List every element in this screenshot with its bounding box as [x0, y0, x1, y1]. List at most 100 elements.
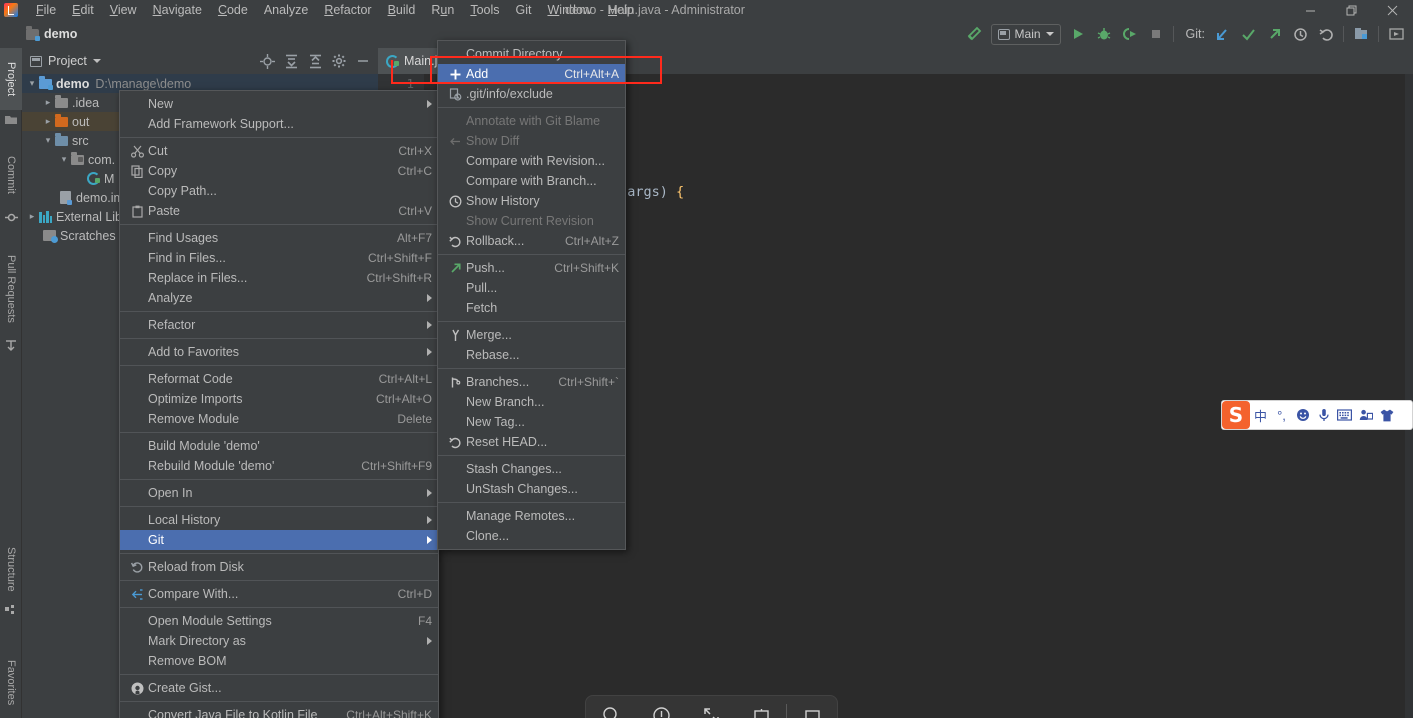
git-push-icon[interactable] [1261, 21, 1287, 47]
menu-item-view[interactable]: View [102, 1, 145, 19]
context-menu-item-remove-module[interactable]: Remove Module Delete [120, 409, 438, 429]
collapse-all-icon[interactable] [304, 50, 326, 72]
context-menu-item-analyze[interactable]: Analyze [120, 288, 438, 308]
sogou-ime-toolbar[interactable]: S 中 °, [1221, 400, 1413, 430]
fullscreen-icon[interactable] [686, 695, 736, 718]
project-context-menu[interactable]: New Add Framework Support... Cut Ctrl+X … [119, 90, 439, 718]
sogou-logo-icon[interactable]: S [1222, 401, 1250, 429]
context-menu-item-mark-directory-as[interactable]: Mark Directory as [120, 631, 438, 651]
sidebar-item-pull-requests[interactable]: Pull Requests [0, 244, 22, 334]
git-menu-item-commit-directory[interactable]: Commit Directory... [438, 44, 625, 64]
context-menu-item-add-framework-support[interactable]: Add Framework Support... [120, 114, 438, 134]
menu-item-build[interactable]: Build [380, 1, 424, 19]
context-menu-item-add-to-favorites[interactable]: Add to Favorites [120, 342, 438, 362]
context-menu-item-refactor[interactable]: Refactor [120, 315, 438, 335]
search-everywhere-icon[interactable] [1383, 21, 1409, 47]
git-menu-item-rollback[interactable]: Rollback... Ctrl+Alt+Z [438, 231, 625, 251]
git-menu-item-clone[interactable]: Clone... [438, 526, 625, 546]
sidebar-item-project[interactable]: Project [0, 48, 22, 110]
sidebar-item-favorites[interactable]: Favorites [0, 648, 22, 718]
chevron-right-icon[interactable]: ▸ [42, 97, 54, 108]
git-menu-item-rebase[interactable]: Rebase... [438, 345, 625, 365]
git-commit-check-icon[interactable] [1235, 21, 1261, 47]
context-menu-item-compare-with[interactable]: Compare With... Ctrl+D [120, 584, 438, 604]
close-button[interactable] [1372, 0, 1413, 20]
context-menu-item-remove-bom[interactable]: Remove BOM [120, 651, 438, 671]
git-menu-item-merge[interactable]: Merge... [438, 325, 625, 345]
sidebar-item-commit[interactable]: Commit [0, 144, 22, 206]
punctuation-icon[interactable]: °, [1271, 401, 1292, 429]
git-menu-item-show-history[interactable]: Show History [438, 191, 625, 211]
menu-item-tools[interactable]: Tools [462, 1, 507, 19]
context-menu-item-find-in-files[interactable]: Find in Files... Ctrl+Shift+F [120, 248, 438, 268]
chevron-right-icon[interactable]: ▸ [26, 211, 38, 222]
editor-tab-main-java[interactable]: Main.j [378, 48, 446, 74]
git-submenu[interactable]: Commit Directory... Add Ctrl+Alt+A .git/… [437, 40, 626, 550]
context-menu-item-git[interactable]: Git [120, 530, 438, 550]
context-menu-item-cut[interactable]: Cut Ctrl+X [120, 141, 438, 161]
window-icon[interactable] [787, 695, 837, 718]
snapshot-icon[interactable] [736, 695, 786, 718]
chevron-down-icon[interactable] [92, 59, 101, 63]
git-menu-item-push[interactable]: Push... Ctrl+Shift+K [438, 258, 625, 278]
voice-input-icon[interactable] [1313, 401, 1334, 429]
run-configuration-selector[interactable]: Main [990, 23, 1061, 45]
context-menu-item-open-in[interactable]: Open In [120, 483, 438, 503]
chevron-down-icon[interactable]: ▾ [58, 154, 70, 165]
git-menu-item-new-branch[interactable]: New Branch... [438, 392, 625, 412]
build-hammer-icon[interactable] [961, 21, 987, 47]
floating-capture-toolbar[interactable] [585, 695, 838, 718]
emoji-icon[interactable] [1292, 401, 1313, 429]
hide-icon[interactable] [352, 50, 374, 72]
menu-item-refactor[interactable]: Refactor [316, 1, 379, 19]
git-menu-item-stash-changes[interactable]: Stash Changes... [438, 459, 625, 479]
context-menu-item-copy[interactable]: Copy Ctrl+C [120, 161, 438, 181]
context-menu-item-open-module-settings[interactable]: Open Module Settings F4 [120, 611, 438, 631]
main-menu-bar[interactable]: File Edit View Navigate Code Analyze Ref… [28, 0, 642, 20]
context-menu-item-replace-in-files[interactable]: Replace in Files... Ctrl+Shift+R [120, 268, 438, 288]
context-menu-item-local-history[interactable]: Local History [120, 510, 438, 530]
sidebar-item-structure[interactable]: Structure [0, 538, 22, 600]
git-menu-item-add[interactable]: Add Ctrl+Alt+A [438, 64, 625, 84]
git-menu-item-new-tag[interactable]: New Tag... [438, 412, 625, 432]
editor-scrollbar[interactable] [1405, 74, 1413, 718]
context-menu-item-new[interactable]: New [120, 94, 438, 114]
chevron-down-icon[interactable]: ▾ [42, 135, 54, 146]
run-coverage-icon[interactable] [1117, 21, 1143, 47]
context-menu-item-rebuild-module[interactable]: Rebuild Module 'demo' Ctrl+Shift+F9 [120, 456, 438, 476]
context-menu-item-optimize-imports[interactable]: Optimize Imports Ctrl+Alt+O [120, 389, 438, 409]
project-structure-icon[interactable] [1348, 21, 1374, 47]
soft-keyboard-icon[interactable] [1334, 401, 1355, 429]
git-menu-item-compare-with-branch[interactable]: Compare with Branch... [438, 171, 625, 191]
git-menu-item-branches[interactable]: Branches... Ctrl+Shift+` [438, 372, 625, 392]
stop-icon[interactable] [1143, 21, 1169, 47]
breadcrumb[interactable]: demo [26, 26, 77, 41]
context-menu-item-paste[interactable]: Paste Ctrl+V [120, 201, 438, 221]
context-menu-item-create-gist[interactable]: Create Gist... [120, 678, 438, 698]
menu-item-code[interactable]: Code [210, 1, 256, 19]
context-menu-item-reload-from-disk[interactable]: Reload from Disk [120, 557, 438, 577]
context-menu-item-reformat-code[interactable]: Reformat Code Ctrl+Alt+L [120, 369, 438, 389]
minimize-button[interactable] [1290, 0, 1331, 20]
menu-item-navigate[interactable]: Navigate [145, 1, 210, 19]
locate-icon[interactable] [256, 50, 278, 72]
run-toolbar[interactable]: Main Git: [961, 20, 1409, 48]
restore-button[interactable] [1331, 0, 1372, 20]
context-menu-item-find-usages[interactable]: Find Usages Alt+F7 [120, 228, 438, 248]
menu-item-edit[interactable]: Edit [64, 1, 102, 19]
git-update-icon[interactable] [1209, 21, 1235, 47]
git-menu-item-compare-with-revision[interactable]: Compare with Revision... [438, 151, 625, 171]
skin-icon[interactable] [1376, 401, 1397, 429]
settings-gear-icon[interactable] [328, 50, 350, 72]
run-icon[interactable] [1065, 21, 1091, 47]
chevron-down-icon[interactable]: ▾ [26, 78, 38, 89]
project-panel-actions[interactable] [256, 50, 374, 72]
info-icon[interactable] [636, 695, 686, 718]
git-menu-item-reset-head[interactable]: Reset HEAD... [438, 432, 625, 452]
chinese-mode-icon[interactable]: 中 [1250, 401, 1271, 429]
git-menu-item-gitignore-exclude[interactable]: .git/info/exclude [438, 84, 625, 104]
git-menu-item-pull[interactable]: Pull... [438, 278, 625, 298]
search-icon[interactable] [586, 695, 636, 718]
window-controls[interactable] [1290, 0, 1413, 20]
git-menu-item-unstash-changes[interactable]: UnStash Changes... [438, 479, 625, 499]
